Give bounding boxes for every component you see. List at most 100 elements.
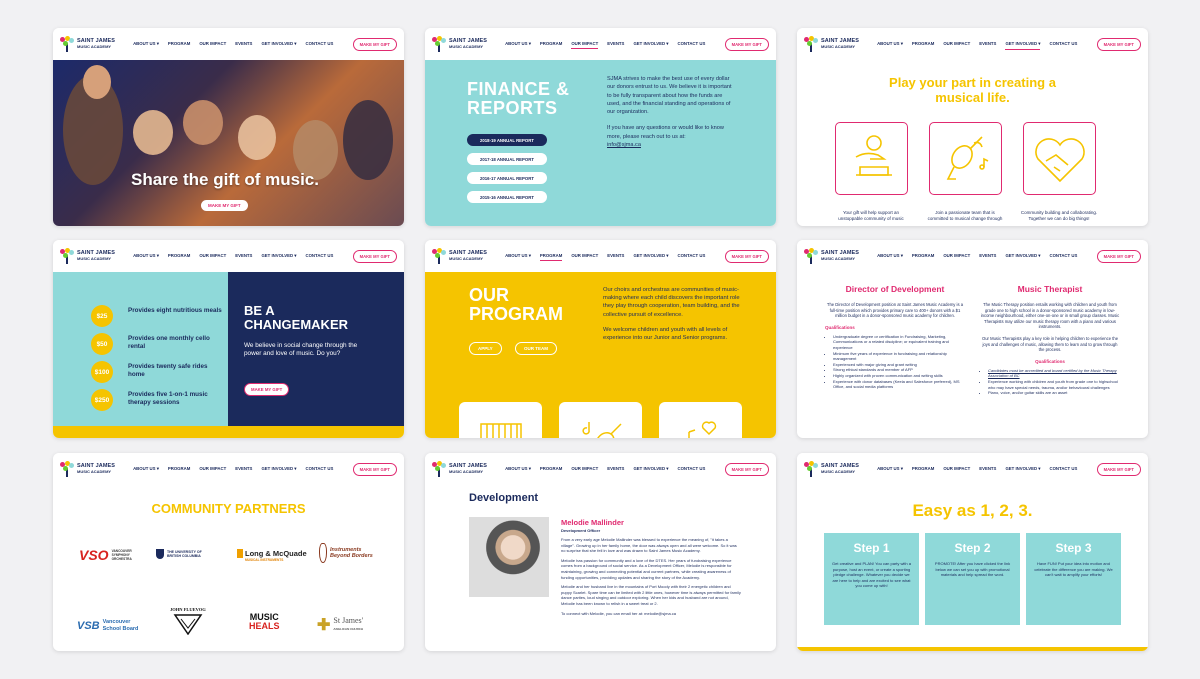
report-button-2015-16[interactable]: 2015-16 ANNUAL REPORT (467, 191, 547, 203)
instruments-beyond-borders-logo[interactable]: Instruments Beyond Borders (319, 543, 373, 563)
program-card[interactable] (659, 402, 742, 438)
nav-events[interactable]: EVENTS (235, 251, 252, 261)
nav-program[interactable]: PROGRAM (168, 251, 190, 261)
st-james-church-logo[interactable]: ✚ St James' ANGLICAN CHURCH (317, 615, 363, 635)
nav-program[interactable]: PROGRAM (540, 39, 562, 49)
nav-program[interactable]: PROGRAM (912, 251, 934, 261)
nav-impact[interactable]: OUR IMPACT (199, 39, 226, 49)
site-logo[interactable]: SAINT JAMES MUSIC ACADEMY (60, 461, 115, 477)
nav-contact[interactable]: CONTACT US (677, 251, 705, 261)
nav-impact[interactable]: OUR IMPACT (571, 39, 599, 49)
nav-about[interactable]: ABOUT US ▾ (877, 251, 903, 261)
site-logo[interactable]: SAINT JAMES MUSIC ACADEMY (804, 461, 859, 477)
make-gift-button[interactable]: MAKE MY GIFT (724, 249, 769, 263)
tree-logo-icon (432, 461, 446, 477)
nav-impact[interactable]: OUR IMPACT (199, 251, 226, 261)
nav-get-involved[interactable]: GET INVOLVED ▾ (633, 464, 668, 474)
make-gift-button[interactable]: MAKE MY GIFT (352, 462, 397, 476)
make-gift-button[interactable]: MAKE MY GIFT (352, 37, 397, 51)
changemaker-title: BE A CHANGEMAKER (244, 303, 348, 332)
nav-program[interactable]: PROGRAM (539, 251, 563, 261)
john-fluevog-logo[interactable]: JOHN FLUEVOG (170, 607, 206, 635)
apply-button[interactable]: APPLY (469, 342, 502, 355)
nav-impact[interactable]: OUR IMPACT (571, 251, 598, 261)
program-card[interactable] (559, 402, 642, 438)
nav-events[interactable]: EVENTS (979, 251, 996, 261)
make-gift-button[interactable]: MAKE MY GIFT (1096, 37, 1141, 51)
nav-contact[interactable]: CONTACT US (677, 464, 705, 474)
nav-impact[interactable]: OUR IMPACT (943, 464, 970, 474)
nav-about[interactable]: ABOUT US ▾ (877, 39, 903, 50)
nav-impact[interactable]: OUR IMPACT (199, 464, 226, 474)
nav-impact[interactable]: OUR IMPACT (571, 464, 598, 474)
site-logo[interactable]: SAINT JAMES MUSIC ACADEMY (432, 36, 487, 52)
site-logo[interactable]: SAINT JAMES MUSIC ACADEMY (432, 248, 487, 264)
nav-program[interactable]: PROGRAM (168, 39, 190, 49)
nav-about[interactable]: ABOUT US ▾ (505, 251, 531, 261)
nav-contact[interactable]: CONTACT US (677, 39, 705, 49)
volunteer-option-card[interactable] (929, 122, 1002, 195)
our-team-button[interactable]: OUR TEAM (515, 342, 557, 355)
nav-events[interactable]: EVENTS (979, 464, 996, 474)
nav-get-involved[interactable]: GET INVOLVED ▾ (633, 39, 668, 49)
nav-impact[interactable]: OUR IMPACT (943, 39, 970, 50)
vso-logo[interactable]: VSO VANCOUVER SYMPHONY ORCHESTRA (79, 547, 144, 563)
report-button-2016-17[interactable]: 2016-17 ANNUAL REPORT (467, 172, 547, 184)
nav-about[interactable]: ABOUT US ▾ (133, 251, 159, 261)
finance-email-link[interactable]: info@sjma.ca (607, 142, 641, 148)
nav-impact[interactable]: OUR IMPACT (943, 251, 970, 261)
vsb-logo[interactable]: VSB Vancouver School Board (77, 619, 138, 632)
donate-option-card[interactable] (835, 122, 908, 195)
nav-contact[interactable]: CONTACT US (305, 251, 333, 261)
nav-program[interactable]: PROGRAM (540, 464, 562, 474)
partner-option-card[interactable] (1023, 122, 1096, 195)
nav-contact[interactable]: CONTACT US (1049, 39, 1077, 50)
nav-contact[interactable]: CONTACT US (1049, 251, 1077, 261)
site-logo[interactable]: SAINT JAMES MUSIC ACADEMY (60, 248, 115, 264)
nav-get-involved[interactable]: GET INVOLVED ▾ (1005, 464, 1040, 474)
make-gift-button[interactable]: MAKE MY GIFT (724, 462, 769, 476)
hero-gift-button[interactable]: MAKE MY GIFT (201, 200, 248, 211)
nav-about[interactable]: ABOUT US ▾ (505, 464, 531, 474)
program-card[interactable] (459, 402, 542, 438)
nav-events[interactable]: EVENTS (607, 39, 624, 49)
nav-events[interactable]: EVENTS (607, 464, 624, 474)
nav-get-involved[interactable]: GET INVOLVED ▾ (1005, 251, 1040, 261)
report-button-2017-18[interactable]: 2017-18 ANNUAL REPORT (467, 153, 547, 165)
changemaker-text: We believe in social change through the … (244, 342, 358, 358)
make-gift-button[interactable]: MAKE MY GIFT (724, 37, 769, 51)
nav-contact[interactable]: CONTACT US (305, 464, 333, 474)
long-mcquade-logo[interactable]: Long & McQuade MUSICAL INSTRUMENTS (237, 549, 307, 562)
nav-program[interactable]: PROGRAM (912, 39, 934, 50)
make-gift-button[interactable]: MAKE MY GIFT (352, 249, 397, 263)
nav-contact[interactable]: CONTACT US (1049, 464, 1077, 474)
nav-events[interactable]: EVENTS (235, 39, 252, 49)
nav-get-involved[interactable]: GET INVOLVED ▾ (633, 251, 668, 261)
nav-get-involved[interactable]: GET INVOLVED ▾ (261, 464, 296, 474)
nav-events[interactable]: EVENTS (235, 464, 252, 474)
site-logo[interactable]: SAINT JAMES MUSIC ACADEMY (804, 36, 859, 52)
make-gift-button[interactable]: MAKE MY GIFT (1096, 249, 1141, 263)
qualification-item: Candidates must be accredited and board … (988, 368, 1120, 379)
nav-about[interactable]: ABOUT US ▾ (505, 39, 531, 49)
nav-get-involved[interactable]: GET INVOLVED ▾ (261, 39, 296, 49)
nav-about[interactable]: ABOUT US ▾ (877, 464, 903, 474)
nav-contact[interactable]: CONTACT US (305, 39, 333, 49)
make-gift-button[interactable]: MAKE MY GIFT (1096, 462, 1141, 476)
site-logo[interactable]: SAINT JAMES MUSIC ACADEMY (60, 36, 115, 52)
nav-get-involved[interactable]: GET INVOLVED ▾ (1005, 39, 1041, 50)
music-heals-logo[interactable]: MUSIC HEALS (249, 613, 280, 631)
site-logo[interactable]: SAINT JAMES MUSIC ACADEMY (804, 248, 859, 264)
nav-program[interactable]: PROGRAM (168, 464, 190, 474)
nav-about[interactable]: ABOUT US ▾ (133, 464, 159, 474)
nav-events[interactable]: EVENTS (607, 251, 624, 261)
ubc-logo[interactable]: THE UNIVERSITY OF BRITISH COLUMBIA (156, 549, 211, 559)
step-card-3: Step 3 Have FUN! Put your idea into moti… (1026, 533, 1121, 625)
nav-get-involved[interactable]: GET INVOLVED ▾ (261, 251, 296, 261)
report-button-2018-19[interactable]: 2018-19 ANNUAL REPORT (467, 134, 547, 146)
nav-program[interactable]: PROGRAM (912, 464, 934, 474)
changemaker-gift-button[interactable]: MAKE MY GIFT (244, 383, 290, 396)
site-logo[interactable]: SAINT JAMES MUSIC ACADEMY (432, 461, 487, 477)
nav-about[interactable]: ABOUT US ▾ (133, 39, 159, 49)
nav-events[interactable]: EVENTS (979, 39, 996, 50)
